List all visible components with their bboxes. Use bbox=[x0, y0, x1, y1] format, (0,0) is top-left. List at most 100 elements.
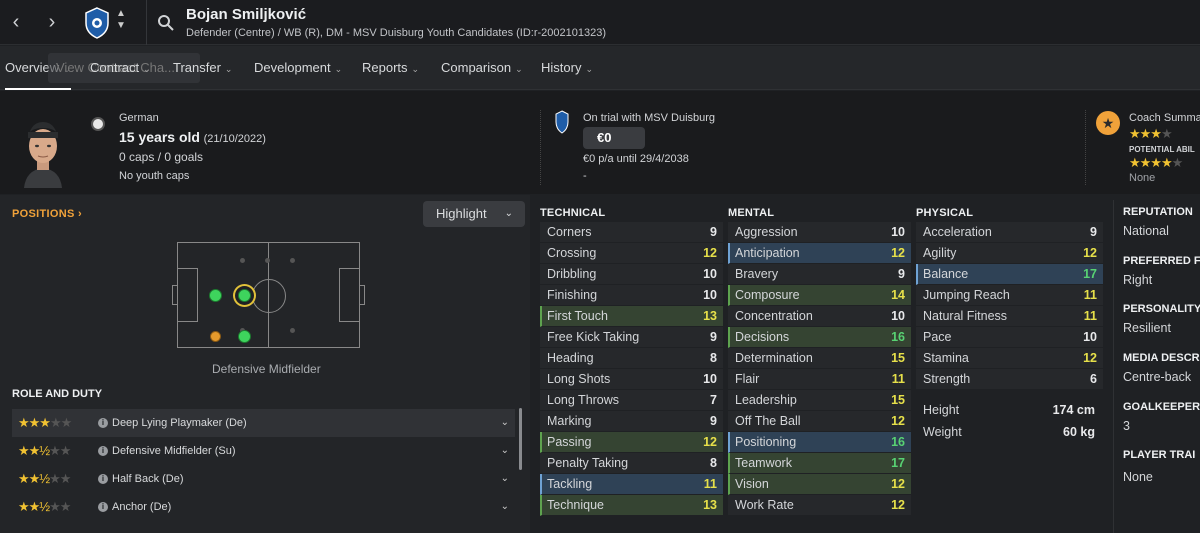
date-of-birth: (21/10/2022) bbox=[203, 133, 266, 145]
attribute-row[interactable]: First Touch 13 bbox=[540, 306, 723, 327]
attribute-row[interactable]: Finishing 10 bbox=[540, 285, 723, 306]
role-duty-title: ROLE AND DUTY bbox=[12, 388, 103, 400]
attribute-row[interactable]: Passing 12 bbox=[540, 432, 723, 453]
physical-attributes: Acceleration 9 Agility 12 Balance 17 Jumping R… bbox=[916, 222, 1103, 390]
chevron-down-icon[interactable]: ⌄ bbox=[501, 437, 509, 465]
highlight-dropdown[interactable]: Highlight ⌄ bbox=[423, 201, 525, 227]
mental-title: MENTAL bbox=[728, 207, 775, 219]
info-icon[interactable]: i bbox=[98, 418, 108, 428]
attribute-value: 10 bbox=[1083, 330, 1097, 344]
attribute-name: Teamwork bbox=[735, 456, 792, 470]
attribute-value: 8 bbox=[710, 351, 717, 365]
chevron-down-icon[interactable]: ⌄ bbox=[501, 493, 509, 521]
attribute-row[interactable]: Dribbling 10 bbox=[540, 264, 723, 285]
attribute-row[interactable]: Long Throws 7 bbox=[540, 390, 723, 411]
attribute-value: 10 bbox=[891, 225, 905, 239]
attribute-row[interactable]: Acceleration 9 bbox=[916, 222, 1103, 243]
attribute-row[interactable]: Vision 12 bbox=[728, 474, 911, 495]
empty-position-dot bbox=[265, 258, 270, 263]
attribute-value: 11 bbox=[891, 372, 905, 386]
cycle-player-arrows[interactable]: ▲ ▼ bbox=[116, 8, 126, 32]
role-row[interactable]: ★★½★★ i Anchor (De) ⌄ bbox=[12, 493, 515, 521]
info-icon[interactable]: i bbox=[98, 474, 108, 484]
chevron-down-icon: ⌄ bbox=[143, 64, 151, 74]
player-traits-label: PLAYER TRAI bbox=[1123, 449, 1196, 461]
coach-star-icon: ★ bbox=[1096, 111, 1120, 135]
attribute-row[interactable]: Strength 6 bbox=[916, 369, 1103, 390]
attribute-row[interactable]: Technique 13 bbox=[540, 495, 723, 516]
club-crest-icon bbox=[84, 7, 110, 39]
info-icon[interactable]: i bbox=[98, 502, 108, 512]
role-row[interactable]: ★★½★★ i Half Back (De) ⌄ bbox=[12, 465, 515, 493]
attribute-row[interactable]: Agility 12 bbox=[916, 243, 1103, 264]
attribute-row[interactable]: Jumping Reach 11 bbox=[916, 285, 1103, 306]
attribute-row[interactable]: Balance 17 bbox=[916, 264, 1103, 285]
attribute-row[interactable]: Positioning 16 bbox=[728, 432, 911, 453]
attribute-row[interactable]: Leadership 15 bbox=[728, 390, 911, 411]
attribute-row[interactable]: Tackling 11 bbox=[540, 474, 723, 495]
weight-row: Weight 60 kg bbox=[916, 421, 1103, 443]
attribute-value: 9 bbox=[710, 330, 717, 344]
role-row[interactable]: ★★½★★ i Defensive Midfielder (Su) ⌄ bbox=[12, 437, 515, 465]
attribute-value: 16 bbox=[891, 435, 905, 449]
attribute-name: Flair bbox=[735, 372, 760, 386]
attribute-row[interactable]: Penalty Taking 8 bbox=[540, 453, 723, 474]
attribute-row[interactable]: Natural Fitness 11 bbox=[916, 306, 1103, 327]
attribute-name: Positioning bbox=[735, 435, 797, 449]
tab-label: Contract bbox=[90, 60, 140, 75]
reputation-value: National bbox=[1123, 224, 1169, 238]
media-description-label: MEDIA DESCR bbox=[1123, 352, 1200, 364]
attribute-row[interactable]: Crossing 12 bbox=[540, 243, 723, 264]
tab-transfer[interactable]: Transfer ⌄ bbox=[173, 46, 232, 90]
info-icon[interactable]: i bbox=[98, 446, 108, 456]
tab-reports[interactable]: Reports ⌄ bbox=[362, 46, 419, 90]
attribute-row[interactable]: Stamina 12 bbox=[916, 348, 1103, 369]
age: 15 years old bbox=[119, 129, 200, 145]
attribute-name: Free Kick Taking bbox=[547, 330, 640, 344]
forward-arrow-icon[interactable]: › bbox=[38, 9, 66, 37]
attribute-value: 14 bbox=[891, 288, 905, 302]
attribute-row[interactable]: Composure 14 bbox=[728, 285, 911, 306]
attribute-row[interactable]: Work Rate 12 bbox=[728, 495, 911, 516]
chevron-down-icon[interactable]: ⌄ bbox=[501, 465, 509, 493]
roles-scrollbar[interactable] bbox=[519, 408, 522, 470]
attribute-value: 12 bbox=[891, 246, 905, 260]
attribute-value: 16 bbox=[891, 330, 905, 344]
back-arrow-icon[interactable]: ‹ bbox=[2, 9, 30, 37]
tab-contract[interactable]: Contract ⌄ bbox=[90, 46, 151, 90]
attribute-row[interactable]: Heading 8 bbox=[540, 348, 723, 369]
attribute-name: Corners bbox=[547, 225, 592, 239]
role-row[interactable]: ★★★★★ i Deep Lying Playmaker (De) ⌄ bbox=[12, 409, 515, 437]
attribute-name: Technique bbox=[547, 498, 604, 512]
tab-comparison[interactable]: Comparison ⌄ bbox=[441, 46, 523, 90]
attribute-row[interactable]: Marking 9 bbox=[540, 411, 723, 432]
attribute-row[interactable]: Off The Ball 12 bbox=[728, 411, 911, 432]
attribute-row[interactable]: Anticipation 12 bbox=[728, 243, 911, 264]
potential-ability-stars: ★★★★★ bbox=[1129, 155, 1183, 170]
attribute-row[interactable]: Decisions 16 bbox=[728, 327, 911, 348]
attribute-row[interactable]: Determination 15 bbox=[728, 348, 911, 369]
tab-development[interactable]: Development ⌄ bbox=[254, 46, 342, 90]
attribute-row[interactable]: Teamwork 17 bbox=[728, 453, 911, 474]
attribute-name: Dribbling bbox=[547, 267, 597, 281]
attribute-row[interactable]: Long Shots 10 bbox=[540, 369, 723, 390]
selected-position-label: Defensive Midfielder bbox=[212, 362, 321, 376]
attribute-row[interactable]: Pace 10 bbox=[916, 327, 1103, 348]
search-icon[interactable] bbox=[157, 14, 175, 32]
role-stars: ★★½★★ bbox=[18, 471, 71, 486]
attribute-row[interactable]: Free Kick Taking 9 bbox=[540, 327, 723, 348]
attribute-name: Tackling bbox=[547, 477, 593, 491]
tab-history[interactable]: History ⌄ bbox=[541, 46, 593, 90]
attribute-row[interactable]: Corners 9 bbox=[540, 222, 723, 243]
attribute-name: Long Shots bbox=[547, 372, 611, 386]
attribute-value: 10 bbox=[703, 372, 717, 386]
attribute-row[interactable]: Flair 11 bbox=[728, 369, 911, 390]
contract-status: On trial with MSV Duisburg bbox=[583, 112, 716, 124]
attribute-row[interactable]: Aggression 10 bbox=[728, 222, 911, 243]
chevron-down-icon[interactable]: ⌄ bbox=[501, 409, 509, 437]
positions-title[interactable]: POSITIONS › bbox=[12, 208, 82, 220]
attribute-row[interactable]: Bravery 9 bbox=[728, 264, 911, 285]
attribute-row[interactable]: Concentration 10 bbox=[728, 306, 911, 327]
attribute-name: Acceleration bbox=[923, 225, 992, 239]
attribute-value: 11 bbox=[1083, 288, 1097, 302]
